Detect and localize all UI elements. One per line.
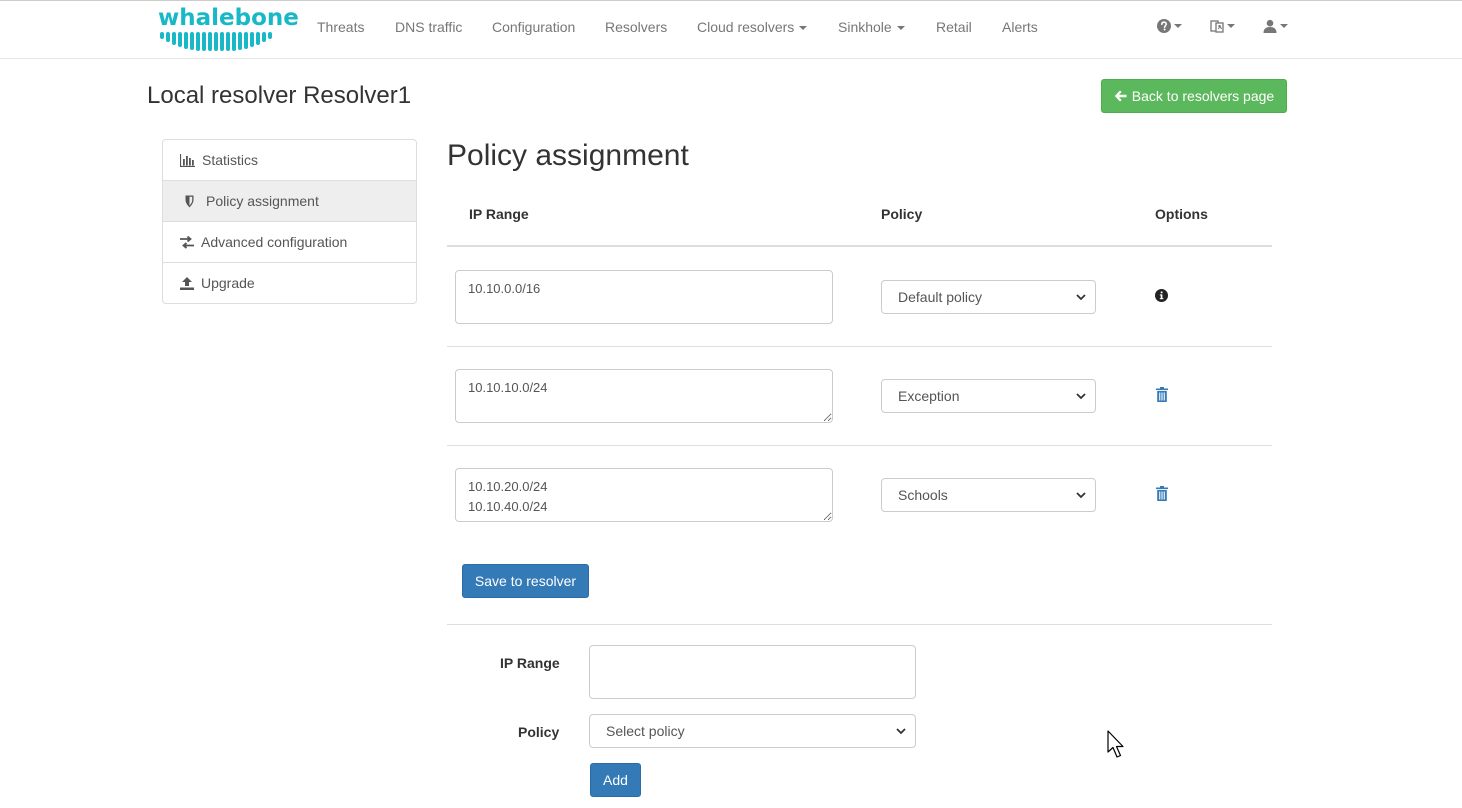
nav-cloud-resolvers[interactable]: Cloud resolvers — [697, 18, 808, 36]
form-divider — [447, 624, 1272, 625]
trash-icon[interactable] — [1156, 486, 1168, 501]
ip-range-input[interactable]: 10.10.10.0/24 — [455, 369, 833, 423]
back-to-resolvers-button[interactable]: Back to resolvers page — [1101, 79, 1287, 113]
table-header-divider — [447, 245, 1272, 247]
row-divider — [447, 346, 1272, 347]
nav-sinkhole-label: Sinkhole — [838, 19, 892, 35]
caret-down-icon — [799, 26, 808, 31]
policy-select-value: Default policy — [898, 289, 983, 305]
nav-cloud-resolvers-label: Cloud resolvers — [697, 19, 795, 35]
add-button[interactable]: Add — [590, 763, 641, 797]
transfer-icon — [180, 235, 194, 249]
sidebar-item-label: Upgrade — [201, 275, 255, 291]
sidebar-item-statistics[interactable]: Statistics — [163, 140, 416, 181]
nav-configuration[interactable]: Configuration — [492, 18, 575, 36]
chevron-down-icon — [1076, 393, 1086, 400]
nav-threats[interactable]: Threats — [317, 18, 364, 36]
info-icon[interactable] — [1155, 289, 1168, 302]
shield-icon — [185, 195, 194, 207]
sidebar-item-label: Statistics — [202, 152, 259, 168]
brand-name: whalebone — [158, 5, 299, 31]
navbar: whalebone Threats DNS traffic Configurat… — [0, 0, 1462, 59]
caret-down-icon — [1174, 24, 1182, 28]
mouse-pointer-icon — [1107, 730, 1124, 758]
nav-retail[interactable]: Retail — [936, 18, 972, 36]
nav-alerts[interactable]: Alerts — [1002, 18, 1038, 36]
sidebar-item-advanced-configuration[interactable]: Advanced configuration — [163, 222, 416, 263]
caret-down-icon — [1227, 24, 1235, 28]
policy-select[interactable]: Schools — [881, 478, 1096, 512]
bar-chart-icon — [180, 153, 195, 167]
caret-down-icon — [1280, 24, 1288, 28]
section-title: Policy assignment — [447, 139, 689, 172]
sidebar-nav: Statistics Policy assignment Advanced co… — [162, 139, 417, 304]
nav-dns-traffic[interactable]: DNS traffic — [395, 18, 462, 36]
add-policy-select[interactable]: Select policy — [589, 714, 916, 748]
add-policy-select-value: Select policy — [606, 723, 685, 739]
ip-range-input[interactable]: 10.10.0.0/16 — [455, 270, 833, 324]
sidebar-item-label: Advanced configuration — [201, 234, 348, 250]
page-title: Local resolver Resolver1 — [147, 82, 412, 109]
back-to-resolvers-label: Back to resolvers page — [1131, 88, 1275, 104]
save-to-resolver-button[interactable]: Save to resolver — [462, 564, 589, 598]
policy-select-value: Schools — [898, 487, 948, 503]
user-icon — [1263, 19, 1277, 33]
trash-icon[interactable] — [1156, 387, 1168, 402]
add-ip-range-label: IP Range — [500, 655, 560, 671]
nav-sinkhole[interactable]: Sinkhole — [838, 18, 905, 36]
caret-down-icon — [896, 26, 905, 31]
chevron-down-icon — [1076, 492, 1086, 499]
brand-logo[interactable]: whalebone — [158, 5, 299, 53]
policy-select-value: Exception — [898, 388, 960, 404]
column-header-policy: Policy — [881, 206, 923, 222]
sidebar-item-label: Policy assignment — [206, 193, 319, 209]
language-icon — [1210, 20, 1224, 33]
help-icon — [1157, 19, 1171, 33]
nav-resolvers[interactable]: Resolvers — [605, 18, 667, 36]
user-menu[interactable] — [1263, 16, 1288, 36]
chevron-down-icon — [1076, 294, 1086, 301]
row-divider — [447, 445, 1272, 446]
help-menu[interactable] — [1157, 16, 1182, 36]
column-header-options: Options — [1155, 206, 1208, 222]
upload-icon — [180, 276, 194, 290]
column-header-ip-range: IP Range — [469, 206, 529, 222]
logo-wave-icon — [160, 32, 272, 51]
sidebar-item-policy-assignment[interactable]: Policy assignment — [163, 181, 416, 222]
language-menu[interactable] — [1210, 16, 1235, 36]
add-ip-range-input[interactable] — [589, 645, 916, 699]
ip-range-input[interactable]: 10.10.20.0/24 10.10.40.0/24 — [455, 468, 833, 522]
policy-select[interactable]: Default policy — [881, 280, 1096, 314]
arrow-left-icon — [1114, 90, 1127, 102]
sidebar-item-upgrade[interactable]: Upgrade — [163, 263, 416, 303]
chevron-down-icon — [896, 728, 906, 735]
add-policy-label: Policy — [518, 724, 560, 740]
policy-select[interactable]: Exception — [881, 379, 1096, 413]
